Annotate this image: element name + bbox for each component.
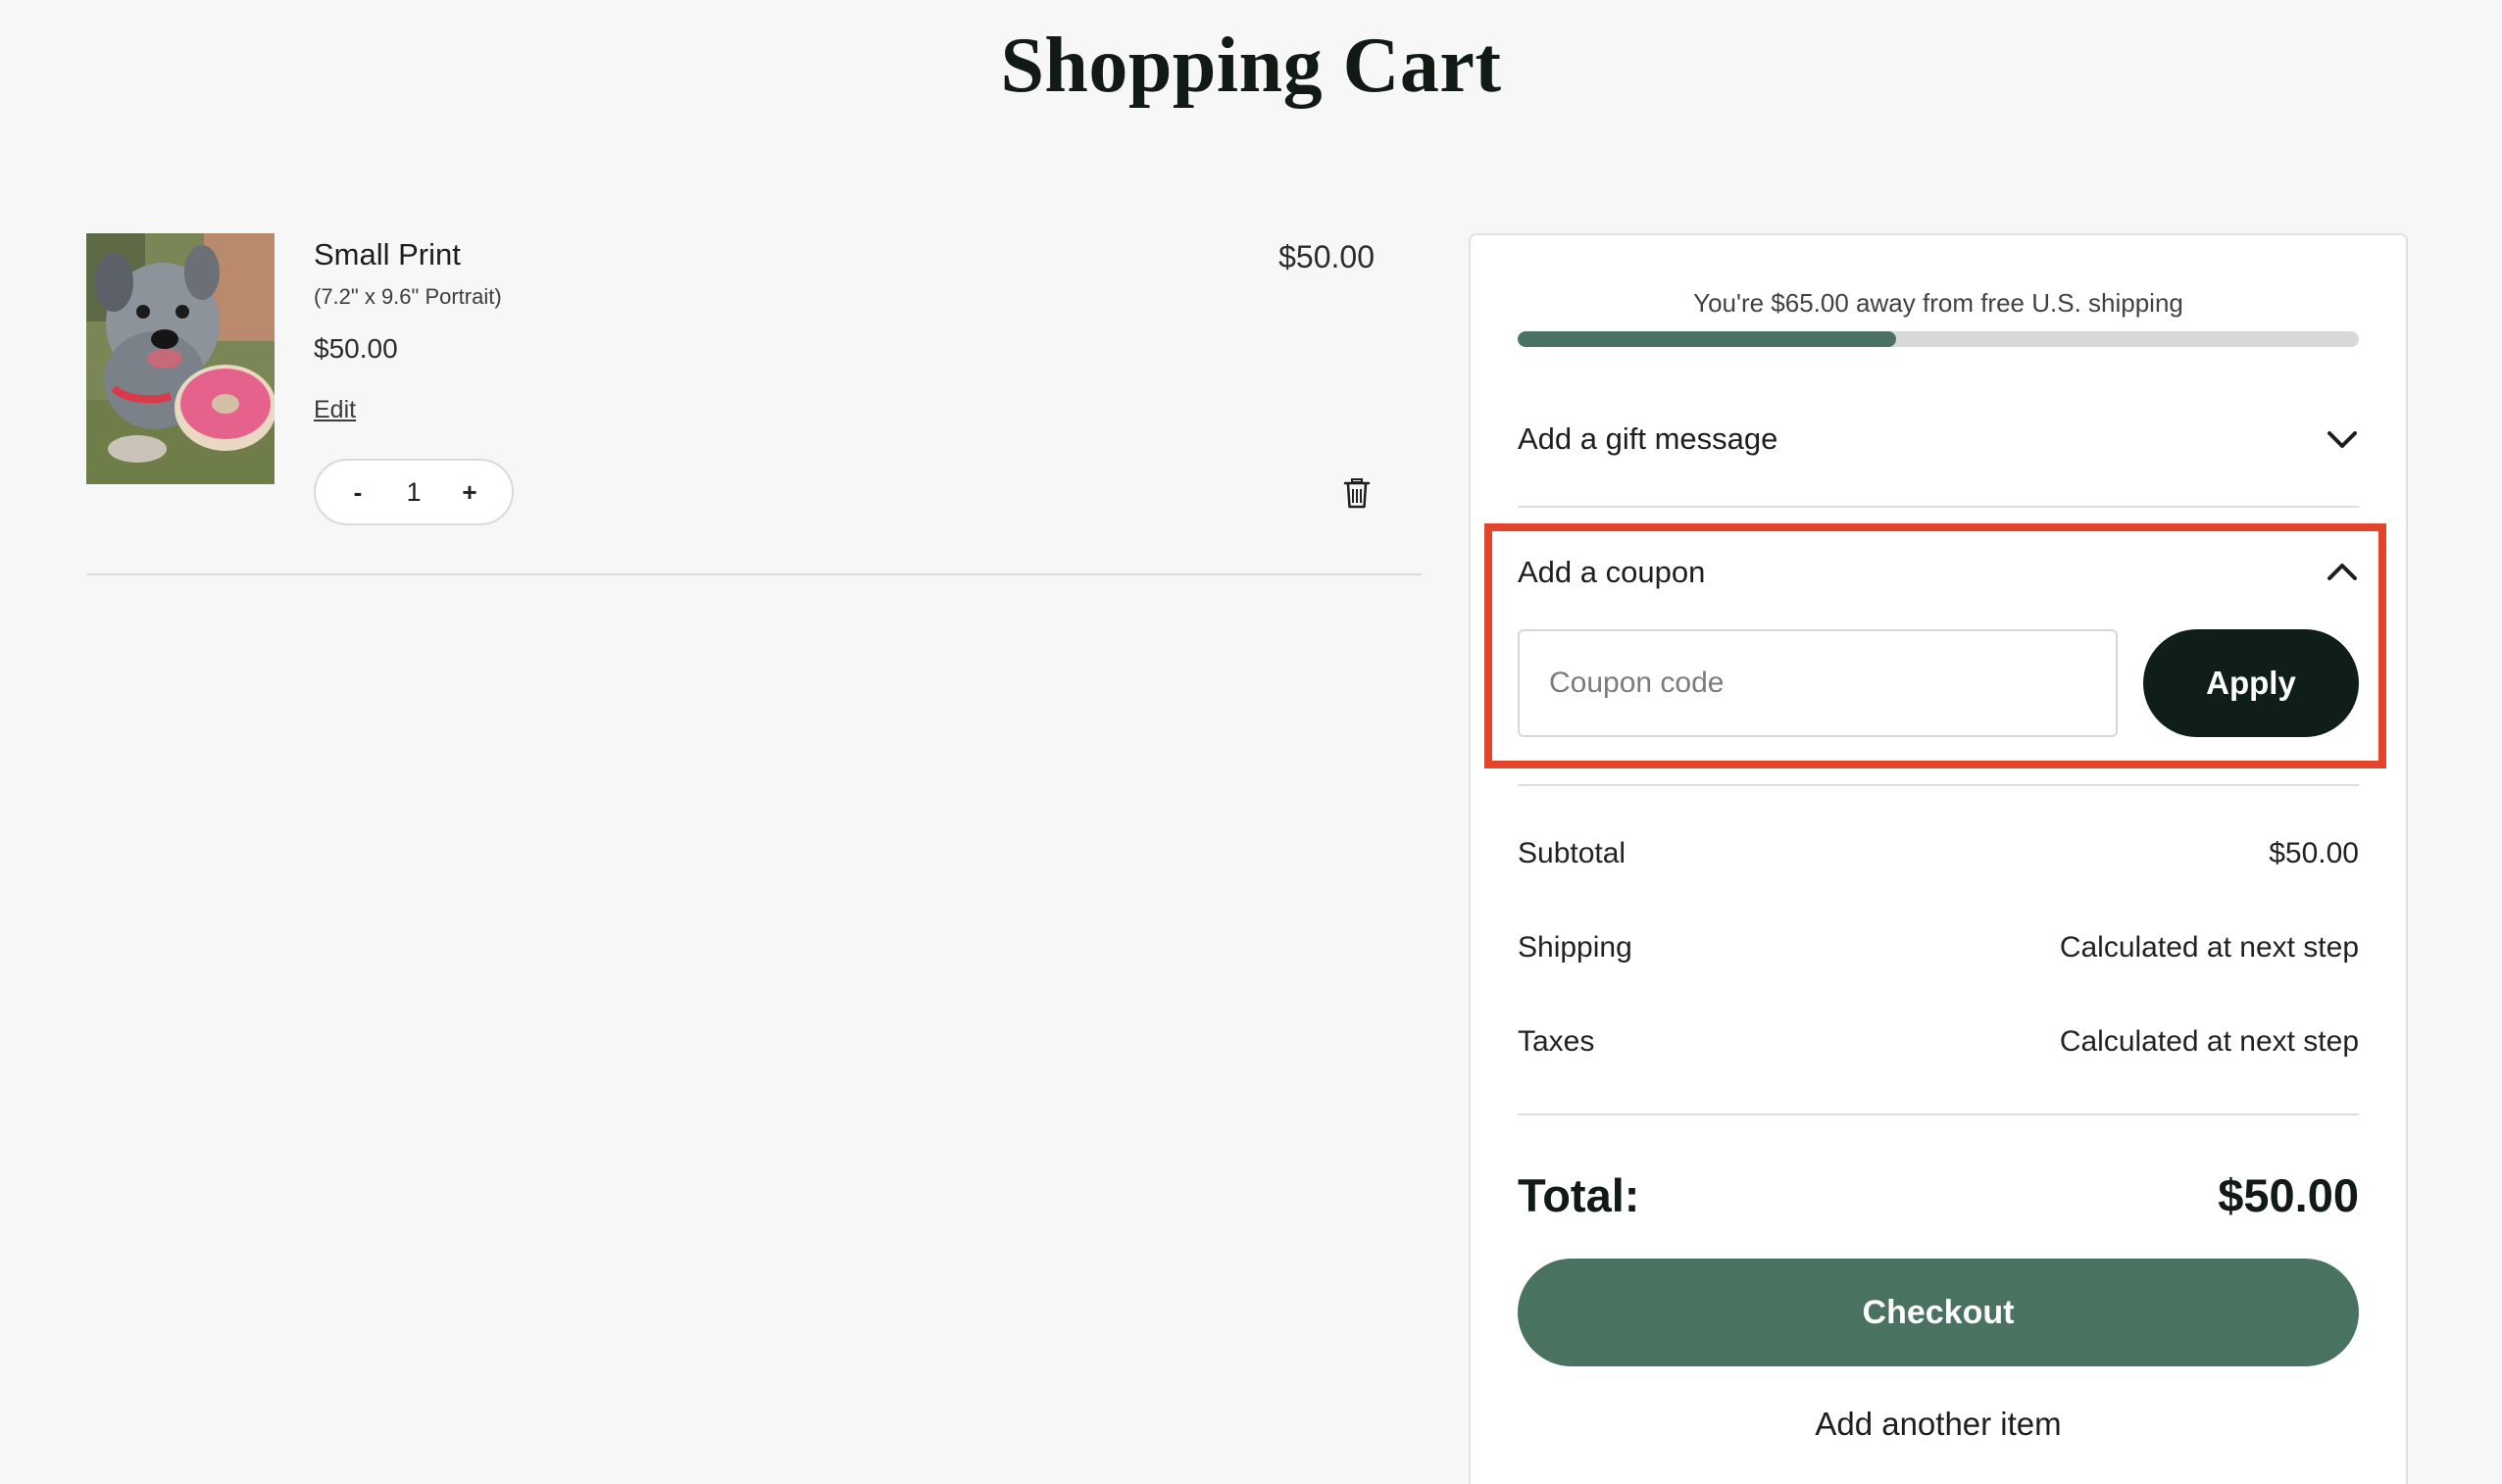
chevron-down-icon [2327,431,2357,448]
taxes-row: Taxes Calculated at next step [1518,1025,2359,1059]
item-line-price: $50.00 [1278,239,1375,274]
cart-page: Shopping Cart Small Print (7.2" x 9.6" P… [0,0,2502,1484]
gift-message-label: Add a gift message [1518,421,1778,456]
subtotal-label: Subtotal [1518,837,1626,869]
subtotal-row: Subtotal $50.00 [1518,837,2359,870]
taxes-value: Calculated at next step [2059,1025,2359,1058]
coupon-toggle[interactable]: Add a coupon [1518,543,2359,602]
quantity-value[interactable]: 1 [406,477,421,508]
total-label: Total: [1518,1169,1640,1221]
shipping-row: Shipping Calculated at next step [1518,931,2359,965]
coupon-code-input[interactable] [1518,629,2118,737]
decrease-quantity-button[interactable]: - [343,477,373,508]
quantity-stepper: - 1 + [314,459,514,525]
taxes-label: Taxes [1518,1025,1595,1058]
page-title: Shopping Cart [1000,23,1502,109]
product-thumbnail[interactable] [86,233,275,484]
apply-coupon-button[interactable]: Apply [2143,629,2359,737]
checkout-button[interactable]: Checkout [1518,1259,2359,1366]
item-divider [86,573,1422,575]
gift-divider [1518,506,2359,508]
item-variant: (7.2" x 9.6" Portrait) [314,284,502,309]
shipping-label: Shipping [1518,931,1632,964]
chevron-up-icon [2327,564,2357,580]
order-summary: You're $65.00 away from free U.S. shippi… [1469,233,2408,1484]
gift-message-toggle[interactable]: Add a gift message [1518,410,2359,469]
coupon-label: Add a coupon [1518,555,1706,589]
item-name[interactable]: Small Print [314,237,461,272]
item-unit-price: $50.00 [314,333,398,364]
total-value: $50.00 [2218,1169,2359,1221]
totals-divider [1518,1113,2359,1115]
edit-link[interactable]: Edit [314,396,356,424]
subtotal-value: $50.00 [2269,837,2359,869]
dog-photo [86,233,275,484]
add-another-item-link[interactable]: Add another item [1471,1406,2406,1443]
cart-item: Small Print (7.2" x 9.6" Portrait) $50.0… [86,233,1422,574]
trash-icon[interactable] [1341,476,1373,510]
shipping-value: Calculated at next step [2059,931,2359,964]
progress-fill [1518,331,1897,347]
total-row: Total: $50.00 [1518,1168,2359,1222]
free-shipping-message: You're $65.00 away from free U.S. shippi… [1693,288,2183,318]
free-shipping-progress [1518,331,2359,347]
coupon-divider [1518,784,2359,786]
increase-quantity-button[interactable]: + [455,477,484,508]
